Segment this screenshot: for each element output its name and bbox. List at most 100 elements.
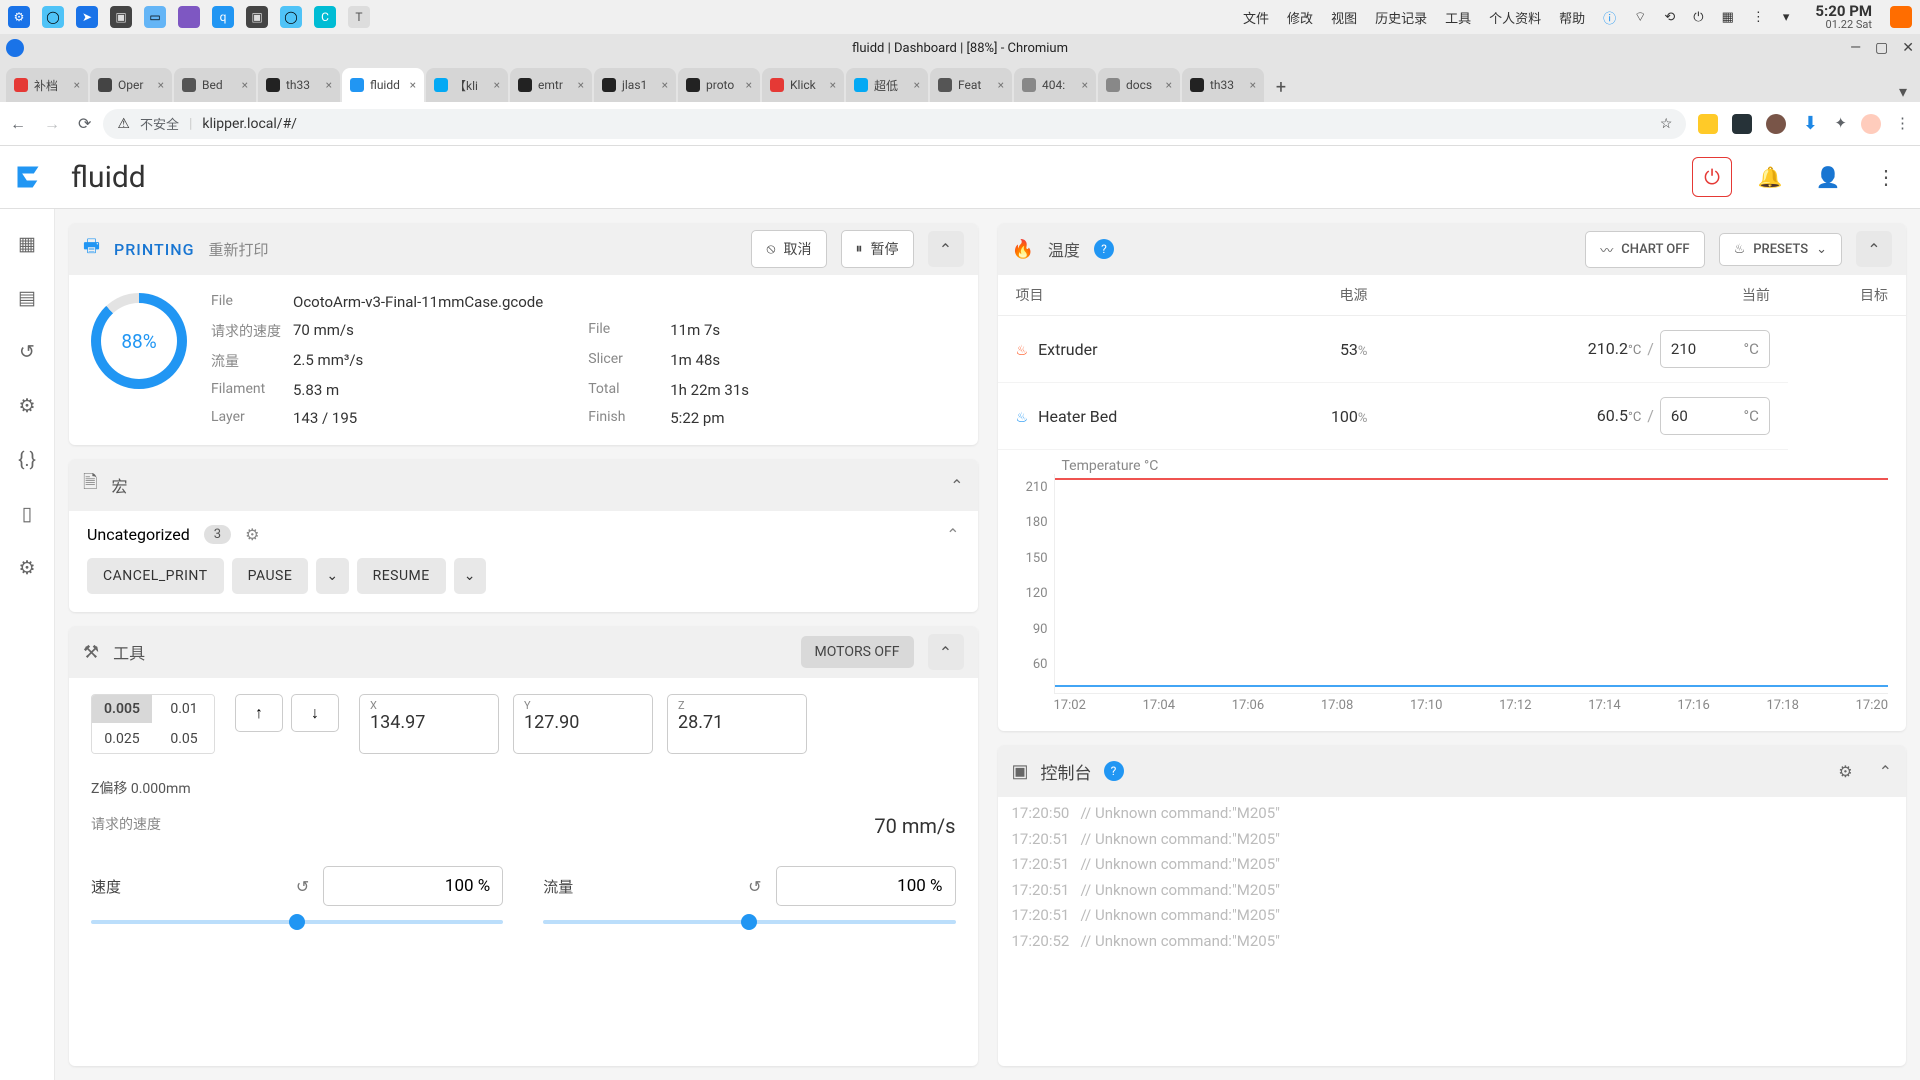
- nav-forward-icon[interactable]: →: [44, 114, 60, 134]
- close-tab-icon[interactable]: ×: [1082, 78, 1088, 92]
- browser-tab[interactable]: Feat×: [930, 68, 1012, 102]
- browser-tab[interactable]: jlas1×: [594, 68, 676, 102]
- account-button[interactable]: 👤: [1808, 157, 1848, 197]
- y-coord-input[interactable]: Y127.90: [513, 694, 653, 754]
- z-up-button[interactable]: ↑: [235, 694, 283, 732]
- browser-tab[interactable]: th33×: [258, 68, 340, 102]
- speed-slider[interactable]: [91, 920, 503, 924]
- close-tab-icon[interactable]: ×: [158, 78, 164, 92]
- close-tab-icon[interactable]: ×: [326, 78, 332, 92]
- window-close-icon[interactable]: ✕: [1902, 40, 1914, 56]
- step-size-selector[interactable]: 0.005 0.01 0.025 0.05: [91, 694, 215, 754]
- files2-icon[interactable]: [178, 6, 200, 28]
- terminal-icon[interactable]: ▣: [110, 6, 132, 28]
- close-tab-icon[interactable]: ×: [578, 78, 584, 92]
- z-coord-input[interactable]: Z28.71: [667, 694, 807, 754]
- collapse-tools-button[interactable]: ⌃: [928, 634, 964, 670]
- close-tab-icon[interactable]: ×: [746, 78, 752, 92]
- close-tab-icon[interactable]: ×: [74, 78, 80, 92]
- close-tab-icon[interactable]: ×: [410, 78, 416, 92]
- nav-jobs-icon[interactable]: ▤: [15, 285, 39, 309]
- step-001[interactable]: 0.01: [154, 695, 214, 723]
- text-editor-icon[interactable]: T: [348, 6, 370, 28]
- menu-edit[interactable]: 修改: [1287, 8, 1313, 27]
- macro-settings-icon[interactable]: ⚙: [245, 525, 259, 544]
- address-bar[interactable]: ⚠ 不安全 | klipper.local/#/ ☆: [103, 109, 1686, 139]
- tab-overflow-icon[interactable]: ▾: [1892, 80, 1914, 102]
- app-logo-icon[interactable]: [0, 163, 55, 191]
- extruder-target-input[interactable]: 210°C: [1660, 330, 1770, 368]
- chromium2-icon[interactable]: ◯: [280, 6, 302, 28]
- motors-off-button[interactable]: MOTORS OFF: [801, 636, 914, 668]
- flow-input[interactable]: [776, 866, 956, 906]
- menu-view[interactable]: 视图: [1331, 8, 1357, 27]
- macro-pause-menu-button[interactable]: ⌄: [316, 558, 348, 594]
- close-tab-icon[interactable]: ×: [662, 78, 668, 92]
- browser-tab[interactable]: fluidd×: [342, 68, 424, 102]
- extensions-icon[interactable]: ✦: [1834, 114, 1847, 134]
- close-tab-icon[interactable]: ×: [1250, 78, 1256, 92]
- collapse-temp-button[interactable]: ⌃: [1856, 231, 1892, 267]
- alerts-button[interactable]: ⏻: [1692, 157, 1732, 197]
- tray-grid-icon[interactable]: ▦: [1722, 10, 1734, 25]
- close-tab-icon[interactable]: ×: [242, 78, 248, 92]
- z-down-button[interactable]: ↓: [291, 694, 339, 732]
- nav-back-icon[interactable]: ←: [10, 114, 26, 134]
- nav-tune-icon[interactable]: ⚙: [15, 393, 39, 417]
- presets-button[interactable]: ♨PRESETS⌄: [1719, 233, 1842, 266]
- step-0025[interactable]: 0.025: [92, 725, 152, 753]
- ext-download-icon[interactable]: ⬇: [1800, 114, 1820, 134]
- collapse-macros-button[interactable]: ⌃: [950, 476, 963, 495]
- tray-sync-icon[interactable]: ⟲: [1664, 10, 1675, 25]
- browser-tab[interactable]: 404:×: [1014, 68, 1096, 102]
- browser-tab[interactable]: Oper×: [90, 68, 172, 102]
- console-settings-icon[interactable]: ⚙: [1838, 762, 1852, 781]
- menu-help[interactable]: 帮助: [1559, 8, 1585, 27]
- ext1-icon[interactable]: [1698, 114, 1718, 134]
- menu-profile[interactable]: 个人资料: [1489, 8, 1541, 27]
- close-tab-icon[interactable]: ×: [914, 78, 920, 92]
- menu-file[interactable]: 文件: [1243, 8, 1269, 27]
- browser-tab[interactable]: Bed×: [174, 68, 256, 102]
- temp-help-icon[interactable]: ?: [1094, 239, 1114, 259]
- app-menu-button[interactable]: ⋮: [1866, 157, 1906, 197]
- speed-input[interactable]: [323, 866, 503, 906]
- close-tab-icon[interactable]: ×: [830, 78, 836, 92]
- reprint-button[interactable]: 重新打印: [208, 239, 268, 260]
- new-tab-button[interactable]: +: [1266, 72, 1296, 102]
- tray-wifi-icon[interactable]: ⌔: [1634, 9, 1646, 25]
- tray-chevron-icon[interactable]: ▾: [1783, 10, 1790, 25]
- cancel-print-button[interactable]: ⦸取消: [751, 230, 826, 268]
- ext2-icon[interactable]: [1732, 114, 1752, 134]
- pause-print-button[interactable]: ⏸暂停: [841, 230, 914, 268]
- step-0005[interactable]: 0.005: [92, 695, 152, 723]
- window-minimize-icon[interactable]: —: [1850, 40, 1861, 56]
- browser-tab[interactable]: emtr×: [510, 68, 592, 102]
- macro-resume-button[interactable]: RESUME: [357, 558, 446, 594]
- nav-reload-icon[interactable]: ⟳: [78, 114, 91, 134]
- nav-settings-icon[interactable]: ⚙: [15, 555, 39, 579]
- console-help-icon[interactable]: ?: [1104, 761, 1124, 781]
- files-icon[interactable]: ▭: [144, 6, 166, 28]
- cura-icon[interactable]: C: [314, 6, 336, 28]
- notifications-button[interactable]: 🔔: [1750, 157, 1790, 197]
- collapse-printing-button[interactable]: ⌃: [928, 231, 964, 267]
- macro-pause-button[interactable]: PAUSE: [232, 558, 309, 594]
- bookmark-star-icon[interactable]: ☆: [1660, 116, 1673, 132]
- nav-history-icon[interactable]: ↺: [15, 339, 39, 363]
- qbittorrent-icon[interactable]: q: [212, 6, 234, 28]
- browser-tab[interactable]: 补档×: [6, 68, 88, 102]
- step-005[interactable]: 0.05: [154, 725, 214, 753]
- browser-tab[interactable]: th33×: [1182, 68, 1264, 102]
- speed-reset-icon[interactable]: ↺: [296, 877, 309, 896]
- menu-tools[interactable]: 工具: [1445, 8, 1471, 27]
- app-launcher-icon[interactable]: ⚙: [8, 6, 30, 28]
- browser-tab[interactable]: 【kli×: [426, 68, 508, 102]
- nav-system-icon[interactable]: ▯: [15, 501, 39, 525]
- browser-tab[interactable]: docs×: [1098, 68, 1180, 102]
- telegram-icon[interactable]: ➤: [76, 6, 98, 28]
- chromium-icon[interactable]: ◯: [42, 6, 64, 28]
- bed-target-input[interactable]: 60°C: [1660, 397, 1770, 435]
- terminal2-icon[interactable]: ▣: [246, 6, 268, 28]
- nav-config-icon[interactable]: {.}: [15, 447, 39, 471]
